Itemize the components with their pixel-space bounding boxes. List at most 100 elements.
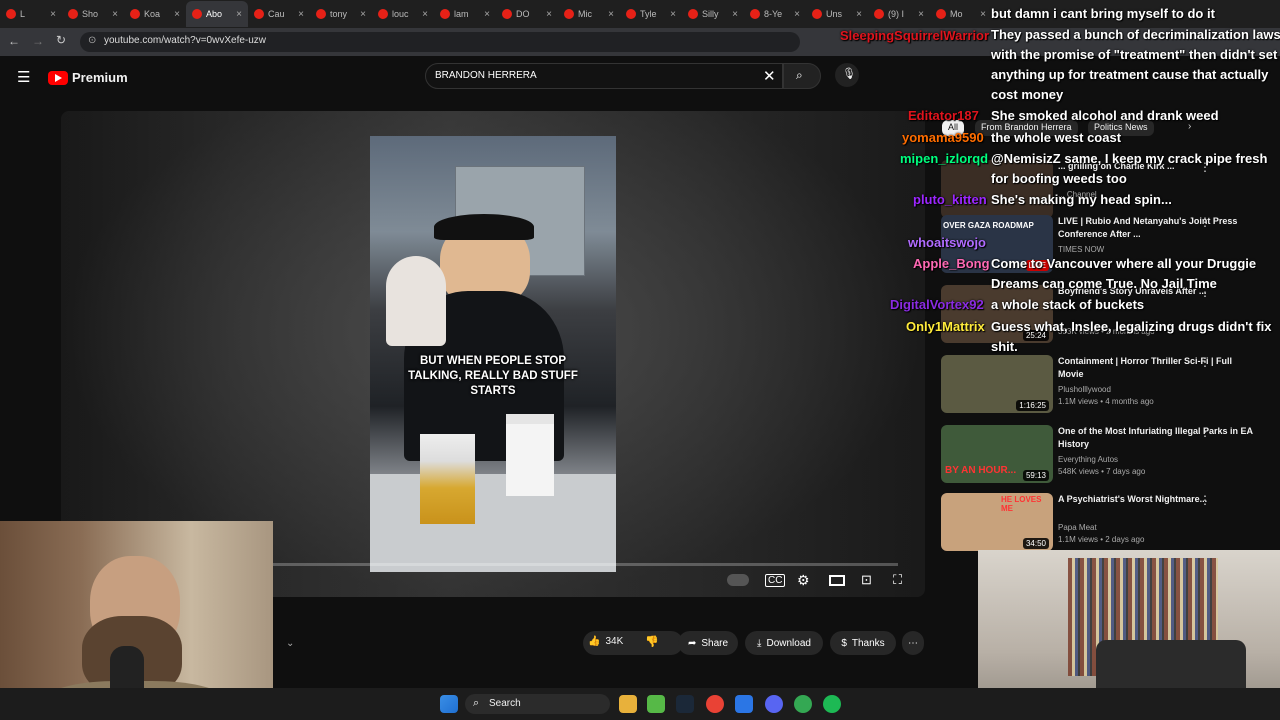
- url-field[interactable]: ⊙ youtube.com/watch?v=0wvXefe-uzw: [80, 32, 800, 52]
- recommendation-item[interactable]: 1:16:25 Containment | Horror Thriller Sci…: [941, 355, 1271, 413]
- tab-5[interactable]: tony ×: [310, 1, 372, 27]
- close-tab-icon[interactable]: ×: [236, 9, 242, 20]
- download-button[interactable]: ⤓ Download: [745, 631, 823, 655]
- close-tab-icon[interactable]: ×: [918, 9, 924, 20]
- tab-12[interactable]: 8-Ye ×: [744, 1, 806, 27]
- chrome-icon[interactable]: [706, 695, 724, 713]
- forward-icon[interactable]: →: [32, 34, 44, 48]
- recommendation-title[interactable]: One of the Most Infuriating Illegal Park…: [1058, 425, 1258, 451]
- recommendation-title[interactable]: LIVE | Rubio And Netanyahu's Joint Press…: [1058, 215, 1258, 241]
- chat-username: Editator187: [908, 108, 979, 123]
- share-button[interactable]: ➦ Share: [678, 631, 738, 655]
- recommendation-thumbnail[interactable]: 1:16:25: [941, 355, 1053, 413]
- recommendation-item[interactable]: 25:24 Boyfriend's Story Unravels After ..…: [941, 285, 1271, 343]
- recommendation-thumbnail[interactable]: [941, 160, 1053, 218]
- tab-14[interactable]: (9) I ×: [868, 1, 930, 27]
- close-tab-icon[interactable]: ×: [856, 9, 862, 20]
- back-icon[interactable]: ←: [8, 34, 20, 48]
- autoplay-toggle[interactable]: [727, 574, 749, 586]
- chevron-down-icon[interactable]: ⌄: [286, 638, 294, 649]
- tab-1[interactable]: Sho ×: [62, 1, 124, 27]
- recommendation-channel[interactable]: TIMES NOW: [1058, 245, 1104, 254]
- recommendation-channel[interactable]: Plusholllywood: [1058, 385, 1111, 394]
- menu-icon[interactable]: ☰: [17, 68, 30, 86]
- nvidia-icon[interactable]: [647, 695, 665, 713]
- tab-favicon-icon: [378, 9, 388, 19]
- close-tab-icon[interactable]: ×: [670, 9, 676, 20]
- recommendation-item[interactable]: ... grilling on Charlie Kirk ...... Chan…: [941, 160, 1271, 218]
- steam-icon[interactable]: [676, 695, 694, 713]
- thanks-button[interactable]: $ Thanks: [830, 631, 896, 655]
- like-button[interactable]: 👍 34K: [588, 636, 623, 647]
- more-options-icon[interactable]: ⋮: [1199, 493, 1211, 507]
- close-tab-icon[interactable]: ×: [794, 9, 800, 20]
- recommendation-item[interactable]: HE LOVES ME 34:50 A Psychiatrist's Worst N…: [941, 493, 1271, 551]
- close-tab-icon[interactable]: ×: [174, 9, 180, 20]
- tab-3[interactable]: Abo ×: [186, 1, 248, 27]
- reload-icon[interactable]: ↻: [56, 33, 66, 47]
- recommendation-thumbnail[interactable]: HE LOVES ME 34:50: [941, 493, 1053, 551]
- more-options-icon[interactable]: ⋮: [1199, 355, 1211, 369]
- recommendation-channel[interactable]: Everything Autos: [1058, 455, 1118, 464]
- tab-8[interactable]: DO ×: [496, 1, 558, 27]
- close-tab-icon[interactable]: ×: [422, 9, 428, 20]
- theater-mode-icon[interactable]: [829, 575, 845, 586]
- coffee-cup: [506, 414, 554, 496]
- windows-start-icon[interactable]: [440, 695, 458, 713]
- chrome-profile-icon[interactable]: [794, 695, 812, 713]
- more-options-icon[interactable]: ⋮: [1199, 425, 1211, 439]
- close-tab-icon[interactable]: ×: [608, 9, 614, 20]
- close-tab-icon[interactable]: ×: [298, 9, 304, 20]
- close-tab-icon[interactable]: ×: [732, 9, 738, 20]
- settings-icon[interactable]: ⚙: [797, 572, 810, 589]
- more-options-icon[interactable]: ⋮: [1199, 215, 1211, 229]
- recommendation-channel[interactable]: Papa Meat: [1058, 523, 1097, 532]
- recommendation-title[interactable]: Containment | Horror Thriller Sci-Fi | F…: [1058, 355, 1258, 381]
- search-icon: ⌕: [473, 697, 480, 709]
- tab-favicon-icon: [502, 9, 512, 19]
- captions-icon[interactable]: CC: [765, 574, 786, 587]
- chat-message: but damn i cant bring myself to do it: [991, 6, 1215, 21]
- chat-message: shit.: [991, 339, 1018, 354]
- file-explorer-icon[interactable]: [619, 695, 637, 713]
- search-button[interactable]: ⌕: [783, 63, 821, 89]
- taskbar-search[interactable]: ⌕ Search: [465, 694, 610, 714]
- discord-icon[interactable]: [765, 695, 783, 713]
- tab-15[interactable]: Mo ×: [930, 1, 992, 27]
- search-input[interactable]: BRANDON HERRERA ✕: [425, 63, 783, 89]
- spotify-icon[interactable]: [823, 695, 841, 713]
- tab-7[interactable]: lam ×: [434, 1, 496, 27]
- more-actions-button[interactable]: ⋯: [902, 631, 924, 655]
- tab-4[interactable]: Cau ×: [248, 1, 310, 27]
- tab-6[interactable]: louc ×: [372, 1, 434, 27]
- fullscreen-icon[interactable]: ⛶: [893, 572, 902, 588]
- voice-search-button[interactable]: 🎙: [835, 63, 859, 87]
- recommendation-thumbnail[interactable]: 25:24: [941, 285, 1053, 343]
- recommendation-item[interactable]: BY AN HOUR... 59:13 One of the Most Infuri…: [941, 425, 1271, 483]
- youtube-logo[interactable]: Premium: [48, 70, 128, 85]
- tab-2[interactable]: Koa ×: [124, 1, 186, 27]
- tab-9[interactable]: Mic ×: [558, 1, 620, 27]
- chat-username: yomama9590: [902, 130, 984, 145]
- close-tab-icon[interactable]: ×: [360, 9, 366, 20]
- app-icon[interactable]: [735, 695, 753, 713]
- tab-11[interactable]: Silly ×: [682, 1, 744, 27]
- recommendation-title[interactable]: A Psychiatrist's Worst Nightmare...: [1058, 493, 1258, 506]
- close-tab-icon[interactable]: ×: [484, 9, 490, 20]
- progress-bar[interactable]: [273, 563, 898, 566]
- tab-10[interactable]: Tyle ×: [620, 1, 682, 27]
- close-tab-icon[interactable]: ×: [980, 9, 986, 20]
- recommendation-thumbnail[interactable]: BY AN HOUR... 59:13: [941, 425, 1053, 483]
- close-tab-icon[interactable]: ×: [546, 9, 552, 20]
- clear-search-icon[interactable]: ✕: [763, 67, 776, 85]
- site-info-icon[interactable]: ⊙: [88, 35, 96, 46]
- tab-0[interactable]: L ×: [0, 1, 62, 27]
- close-tab-icon[interactable]: ×: [112, 9, 118, 20]
- close-tab-icon[interactable]: ×: [50, 9, 56, 20]
- dislike-button[interactable]: 👎: [645, 635, 659, 648]
- tab-13[interactable]: Uns ×: [806, 1, 868, 27]
- url-text: youtube.com/watch?v=0wvXefe-uzw: [104, 35, 267, 46]
- share-icon: ➦: [687, 637, 697, 649]
- chat-message: She's making my head spin...: [991, 192, 1172, 207]
- cast-icon[interactable]: ⊡: [861, 572, 872, 588]
